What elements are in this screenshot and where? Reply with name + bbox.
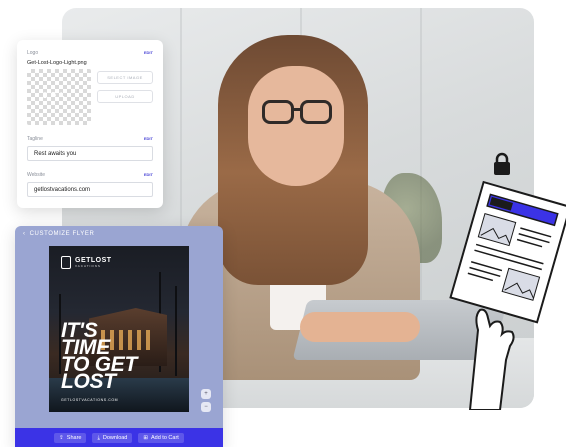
website-edit-link[interactable]: EDIT: [144, 172, 153, 178]
glasses-left: [262, 100, 294, 124]
download-label: Download: [102, 435, 128, 441]
back-chevron-icon[interactable]: ‹: [23, 231, 26, 237]
document-illustration: [449, 152, 566, 410]
flyer-logo: GETLOST VACATIONS: [61, 256, 112, 269]
download-icon: ⤓: [97, 434, 100, 441]
website-label: Website: [27, 172, 45, 178]
add-to-cart-label: Add to Cart: [150, 435, 179, 441]
download-button[interactable]: ⤓ Download: [92, 433, 133, 443]
flyer-brand: GETLOST: [75, 257, 112, 264]
flyer-preview[interactable]: GETLOST VACATIONS IT'S TIME TO GET LOST …: [49, 246, 189, 412]
tagline-label: Tagline: [27, 136, 43, 142]
logo-label: Logo: [27, 50, 39, 56]
logo-buttons: SELECT IMAGE UPLOAD: [97, 69, 153, 125]
share-label: Share: [66, 435, 82, 441]
hand-icon: [468, 308, 515, 410]
zoom-in-icon[interactable]: +: [201, 389, 211, 399]
person-face: [248, 66, 344, 186]
tagline-group: Tagline EDIT Rest awaits you: [27, 136, 153, 161]
flyer-headline: IT'S TIME TO GET LOST: [61, 320, 185, 392]
website-group: Website EDIT getlostvacations.com: [27, 172, 153, 197]
cart-icon: ⊞: [143, 435, 148, 441]
customize-flyer-title: CUSTOMIZE FLYER: [29, 231, 95, 237]
glasses-right: [300, 100, 332, 124]
logo-preview: ▮ G L: [27, 69, 91, 125]
website-field-label: Website EDIT: [27, 172, 153, 178]
person-hands: [300, 312, 420, 342]
logo-row: ▮ G L SELECT IMAGE UPLOAD: [27, 69, 153, 125]
add-to-cart-button[interactable]: ⊞ Add to Cart: [138, 433, 184, 443]
flyer-brand-sub: VACATIONS: [75, 264, 101, 268]
customize-flyer-panel: ‹ CUSTOMIZE FLYER GETLOST VACATIONS IT'S…: [15, 226, 223, 447]
document-icon: [449, 180, 566, 324]
flyer-url: GETLOSTVACATIONS.COM: [61, 398, 119, 402]
tagline-field-label: Tagline EDIT: [27, 136, 153, 142]
upload-button[interactable]: UPLOAD: [97, 90, 153, 103]
share-icon: ⇪: [59, 435, 64, 441]
logo-field-label: Logo EDIT: [27, 50, 153, 56]
luggage-icon: [61, 256, 71, 269]
tagline-edit-link[interactable]: EDIT: [144, 136, 153, 142]
zoom-out-icon[interactable]: −: [201, 402, 211, 412]
flyer-toolbar: ⇪ Share ⤓ Download ⊞ Add to Cart: [15, 428, 223, 447]
select-image-button[interactable]: SELECT IMAGE: [97, 71, 153, 84]
lock-icon: [494, 152, 510, 175]
customize-flyer-header[interactable]: ‹ CUSTOMIZE FLYER: [23, 231, 94, 237]
logo-editor-card: Logo EDIT Get-Lost-Logo-Light.png ▮ G L …: [17, 40, 163, 208]
logo-edit-link[interactable]: EDIT: [144, 50, 153, 56]
website-input[interactable]: getlostvacations.com: [27, 182, 153, 197]
logo-file-name: Get-Lost-Logo-Light.png: [27, 60, 87, 66]
tagline-input[interactable]: Rest awaits you: [27, 146, 153, 161]
share-button[interactable]: ⇪ Share: [54, 433, 87, 443]
logo-preview-mark: ▮ G L: [43, 92, 66, 99]
